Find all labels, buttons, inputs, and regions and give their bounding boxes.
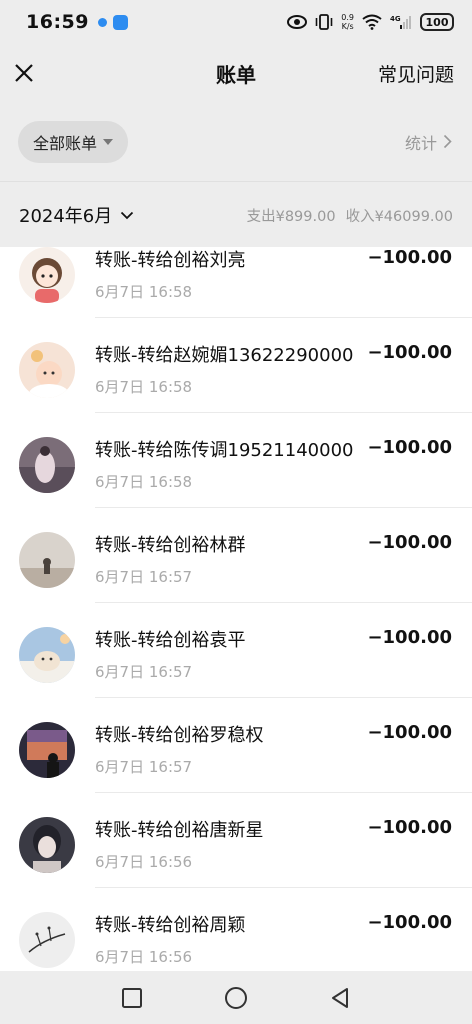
triangle-back-icon	[332, 987, 348, 1008]
net-speed-unit: K/s	[341, 22, 354, 31]
transaction-time: 6月7日 16:58	[95, 473, 193, 491]
transaction-title: 转账-转给创裕周颖	[95, 915, 246, 936]
transaction-list[interactable]: 转账-转给创裕刘亮 6月7日 16:58 −100.00 转账-转给赵婉媚136…	[0, 247, 472, 971]
month-expense: 支出¥899.00	[246, 208, 336, 225]
avatar	[19, 437, 75, 493]
signal-label: 4G	[390, 15, 401, 23]
transaction-title: 转账-转给陈传调19521140000	[95, 440, 354, 461]
transaction-row[interactable]: 转账-转给创裕林群 6月7日 16:57 −100.00	[0, 508, 472, 603]
transaction-list-content: 转账-转给创裕刘亮 6月7日 16:58 −100.00 转账-转给赵婉媚136…	[0, 247, 472, 971]
wifi-icon	[362, 14, 382, 30]
transaction-amount: −100.00	[367, 627, 452, 648]
transaction-row[interactable]: 转账-转给陈传调19521140000 6月7日 16:58 −100.00	[0, 413, 472, 508]
transaction-row[interactable]: 转账-转给创裕唐新星 6月7日 16:56 −100.00	[0, 793, 472, 888]
transaction-row[interactable]: 转账-转给赵婉媚13622290000 6月7日 16:58 −100.00	[0, 318, 472, 413]
circle-icon	[225, 986, 247, 1009]
transaction-title: 转账-转给创裕刘亮	[95, 250, 246, 271]
home-button[interactable]	[223, 985, 249, 1011]
transaction-row[interactable]: 转账-转给创裕袁平 6月7日 16:57 −100.00	[0, 603, 472, 698]
month-selector[interactable]: 2024年6月	[19, 202, 134, 228]
avatar	[19, 912, 75, 968]
transaction-title: 转账-转给赵婉媚13622290000	[95, 345, 354, 366]
month-income: 收入¥46099.00	[345, 208, 453, 225]
notification-dot-icon	[97, 17, 107, 27]
net-speed-value: 0.9	[341, 13, 354, 22]
month-label: 2024年6月	[19, 206, 113, 227]
filter-chip-label: 全部账单	[32, 134, 97, 153]
transaction-time: 6月7日 16:56	[95, 948, 193, 966]
caret-down-icon	[103, 139, 113, 145]
avatar	[19, 722, 75, 778]
avatar	[19, 532, 75, 588]
system-nav-bar	[0, 971, 472, 1024]
transaction-row[interactable]: 转账-转给创裕罗稳权 6月7日 16:57 −100.00	[0, 698, 472, 793]
transaction-row[interactable]: 转账-转给创裕刘亮 6月7日 16:58 −100.00	[0, 247, 472, 318]
transaction-amount: −100.00	[367, 532, 452, 553]
avatar	[19, 342, 75, 398]
transaction-title: 转账-转给创裕罗稳权	[95, 725, 264, 746]
chevron-right-icon	[443, 134, 452, 149]
stats-link[interactable]: 统计	[405, 130, 452, 154]
transaction-time: 6月7日 16:57	[95, 568, 193, 586]
status-bar: 16:59 0.9 K/s 4G 100	[0, 0, 472, 44]
month-summary: 支出¥899.00 收入¥46099.00	[247, 205, 453, 226]
avatar	[19, 247, 75, 303]
recent-apps-button[interactable]	[119, 985, 145, 1011]
eye-icon	[287, 15, 308, 29]
chevron-down-icon	[121, 211, 134, 219]
status-icons: 0.9 K/s 4G 100	[287, 13, 454, 31]
bill-type-filter[interactable]: 全部账单	[18, 121, 128, 163]
transaction-time: 6月7日 16:58	[95, 283, 193, 301]
cellular-signal-icon: 4G	[390, 14, 412, 30]
transaction-amount: −100.00	[367, 247, 452, 268]
nav-bar: 账单 常见问题	[0, 44, 472, 102]
transaction-title: 转账-转给创裕袁平	[95, 630, 246, 651]
transaction-amount: −100.00	[367, 722, 452, 743]
faq-link[interactable]: 常见问题	[378, 60, 454, 87]
transaction-amount: −100.00	[367, 817, 452, 838]
network-speed: 0.9 K/s	[341, 13, 354, 31]
close-icon	[15, 64, 33, 82]
battery-indicator: 100	[420, 13, 454, 31]
app-notification-icon	[112, 14, 128, 30]
status-time: 16:59	[26, 11, 89, 33]
transaction-amount: −100.00	[367, 342, 452, 363]
transaction-title: 转账-转给创裕林群	[95, 535, 246, 556]
transaction-amount: −100.00	[367, 912, 452, 933]
month-bar: 2024年6月 支出¥899.00 收入¥46099.00	[0, 183, 472, 247]
vibrate-icon	[315, 14, 333, 30]
close-button[interactable]	[12, 61, 36, 85]
transaction-time: 6月7日 16:57	[95, 663, 193, 681]
filter-bar: 全部账单 统计	[0, 102, 472, 182]
avatar	[19, 817, 75, 873]
transaction-row[interactable]: 转账-转给创裕周颖 6月7日 16:56 −100.00	[0, 888, 472, 971]
avatar	[19, 627, 75, 683]
transaction-time: 6月7日 16:58	[95, 378, 193, 396]
back-button[interactable]	[327, 985, 353, 1011]
transaction-time: 6月7日 16:57	[95, 758, 193, 776]
transaction-time: 6月7日 16:56	[95, 853, 193, 871]
stats-label: 统计	[404, 133, 437, 153]
transaction-title: 转账-转给创裕唐新星	[95, 820, 264, 841]
transaction-amount: −100.00	[367, 437, 452, 458]
square-icon	[122, 987, 142, 1008]
